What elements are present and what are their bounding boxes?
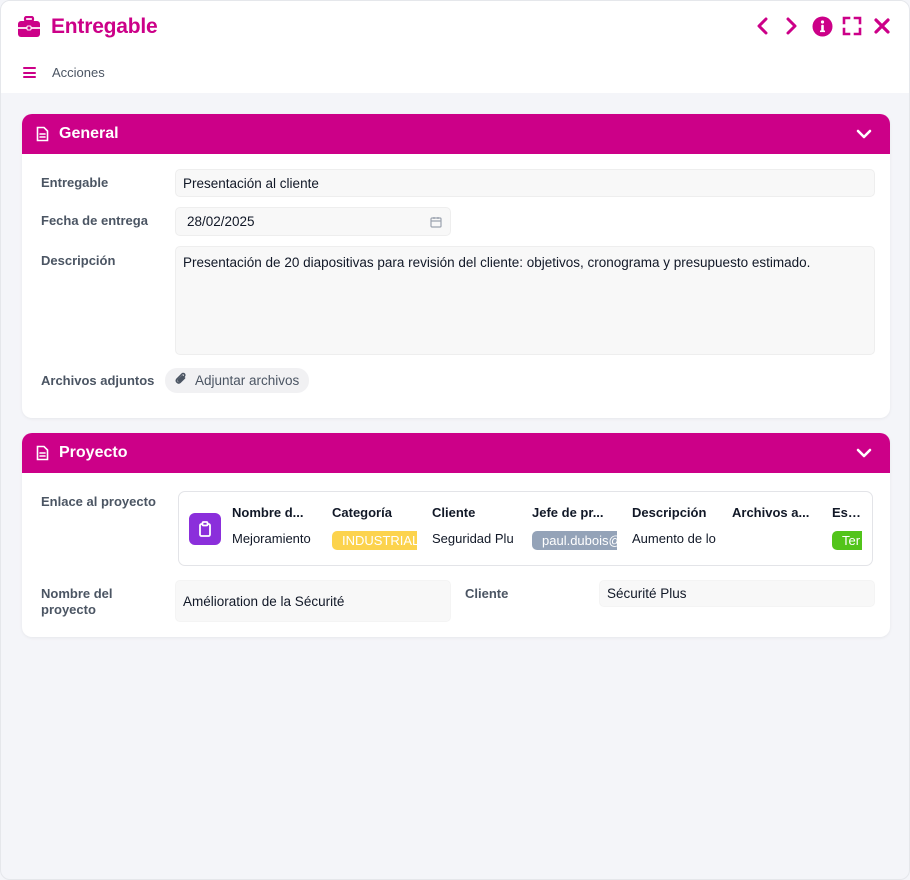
chevron-left-icon[interactable] — [751, 15, 773, 37]
column-header: Jefe de pr... — [532, 505, 604, 520]
cliente-field: Sécurité Plus — [599, 580, 875, 607]
fecha-entrega-input[interactable]: 28/02/2025 — [175, 207, 451, 236]
entregable-value: Presentación al cliente — [183, 175, 319, 191]
window-controls — [751, 15, 893, 37]
document-icon — [36, 445, 50, 461]
descripcion-value: Presentación de 20 diapositivas para rev… — [183, 255, 811, 270]
cliente-label: Cliente — [465, 586, 509, 601]
column-header: Archivos a... — [732, 505, 810, 520]
general-section-title: General — [59, 125, 119, 142]
paperclip-icon — [175, 372, 187, 389]
column-value: Seguridad Plu — [432, 531, 514, 546]
column-value-wrap: paul.dubois@ — [532, 531, 617, 551]
hamburger-menu-icon[interactable] — [23, 67, 36, 78]
category-tag: INDUSTRIAL — [332, 531, 417, 550]
chevron-right-icon[interactable] — [781, 15, 803, 37]
nombre-proyecto-label: Nombre del proyecto — [41, 586, 113, 617]
chevron-down-icon[interactable] — [856, 445, 872, 461]
project-col-jefe: Jefe de pr... paul.dubois@ — [532, 505, 617, 551]
proyecto-section-title: Proyecto — [59, 444, 128, 461]
cliente-value: Sécurité Plus — [607, 586, 687, 601]
column-value: Mejoramiento — [232, 531, 311, 546]
clipboard-icon — [189, 513, 221, 545]
chevron-down-icon[interactable] — [856, 126, 872, 142]
column-header: Nombre d... — [232, 505, 304, 520]
adjuntar-archivos-label: Adjuntar archivos — [195, 373, 300, 388]
project-col-estado: Estad Ter — [832, 505, 862, 551]
column-value — [732, 531, 817, 551]
column-header: Descripción — [632, 505, 707, 520]
close-icon[interactable] — [871, 15, 893, 37]
archivos-adjuntos-label: Archivos adjuntos — [41, 373, 155, 388]
entregable-window: Entregable Acciones General Entregable P… — [0, 0, 910, 880]
column-header: Cliente — [432, 505, 476, 520]
window-title-group: Entregable — [17, 13, 158, 41]
adjuntar-archivos-button[interactable]: Adjuntar archivos — [165, 368, 310, 393]
project-col-archivos: Archivos a... — [732, 505, 817, 551]
project-link-card[interactable]: Nombre d... Mejoramiento Categoría INDUS… — [178, 491, 873, 566]
nombre-proyecto-value: Amélioration de la Sécurité — [183, 593, 345, 609]
nombre-proyecto-field: Amélioration de la Sécurité — [175, 580, 451, 622]
project-col-descripcion: Descripción Aumento de lo — [632, 505, 717, 551]
proyecto-section-header[interactable]: Proyecto — [22, 433, 890, 473]
window-header: Entregable Acciones — [1, 1, 909, 93]
project-col-categoria: Categoría INDUSTRIAL — [332, 505, 417, 551]
briefcase-icon — [17, 15, 41, 39]
document-icon — [36, 126, 50, 142]
calendar-icon[interactable] — [430, 216, 442, 231]
column-header: Estad — [832, 505, 862, 520]
fullscreen-icon[interactable] — [841, 15, 863, 37]
fecha-entrega-value: 28/02/2025 — [187, 214, 255, 229]
fecha-entrega-label: Fecha de entrega — [41, 213, 148, 228]
info-icon[interactable] — [811, 15, 833, 37]
entregable-input[interactable]: Presentación al cliente — [175, 169, 875, 197]
project-col-nombre: Nombre d... Mejoramiento — [232, 505, 317, 551]
general-section: General Entregable Presentación al clien… — [22, 114, 890, 418]
actions-label: Acciones — [52, 65, 105, 80]
status-badge: Ter — [832, 531, 862, 550]
proyecto-section: Proyecto Enlace al proyecto Nombre d... … — [22, 433, 890, 637]
actions-menu[interactable]: Acciones — [23, 65, 105, 80]
general-section-header[interactable]: General — [22, 114, 890, 154]
project-col-cliente: Cliente Seguridad Plu — [432, 505, 517, 551]
descripcion-textarea[interactable]: Presentación de 20 diapositivas para rev… — [175, 246, 875, 355]
descripcion-label: Descripción — [41, 253, 116, 268]
manager-tag: paul.dubois@ — [532, 531, 617, 550]
entregable-label: Entregable — [41, 175, 109, 190]
column-value-wrap: INDUSTRIAL — [332, 531, 417, 551]
column-value: Aumento de lo — [632, 531, 716, 546]
window-title: Entregable — [51, 15, 158, 38]
column-header: Categoría — [332, 505, 392, 520]
enlace-proyecto-label: Enlace al proyecto — [41, 494, 156, 509]
column-value-wrap: Ter — [832, 531, 862, 551]
